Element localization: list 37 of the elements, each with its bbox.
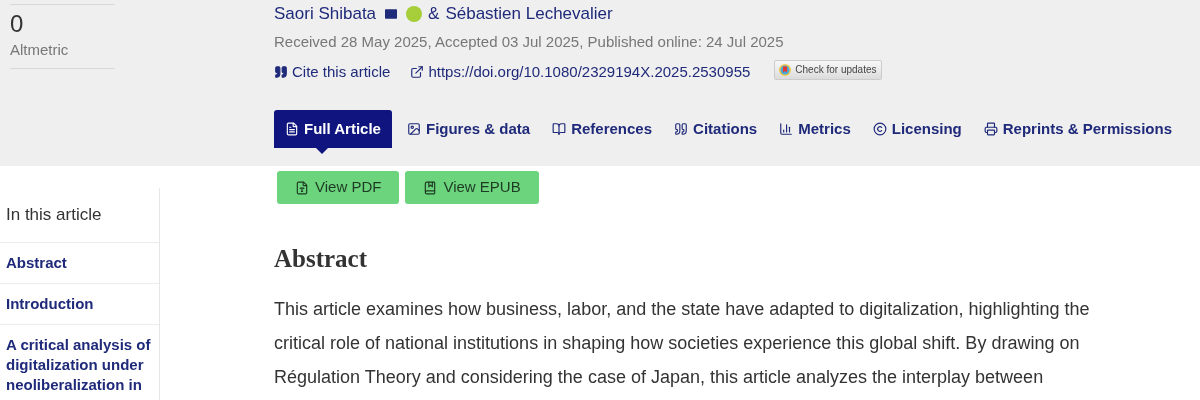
- metric-label: Altmetric: [10, 40, 70, 60]
- tab[interactable]: Figures & data: [395, 110, 542, 148]
- bookmark-icon: [779, 63, 792, 76]
- bar-chart-icon: [779, 122, 794, 136]
- copyright-icon: [872, 122, 887, 136]
- printer-icon: [983, 122, 998, 136]
- external-link-icon: [410, 64, 425, 79]
- tab-pointer: [316, 148, 328, 154]
- tab[interactable]: Reprints & Permissions: [972, 110, 1183, 148]
- author-link[interactable]: Saori Shibata: [274, 1, 423, 27]
- sidebar-link[interactable]: Introduction: [0, 283, 159, 325]
- author-link[interactable]: Sébastien Lechevalier: [445, 1, 613, 27]
- sidebar-link[interactable]: Abstract: [0, 242, 159, 284]
- publication-dates: Received 28 May 2025, Accepted 03 Jul 2025, Published online: 24 Jul 2025: [274, 32, 785, 52]
- sidebar-title: In this article: [0, 188, 159, 243]
- tab[interactable]: References: [541, 110, 664, 148]
- metric-value: 0: [10, 9, 25, 39]
- document-icon: [295, 180, 309, 195]
- tab[interactable]: Citations: [663, 110, 769, 148]
- bookmark-icon: [423, 180, 438, 195]
- section-heading: Abstract: [274, 244, 369, 274]
- abstract-paragraph: This article examines how business, labor, and the state have adapted to digitalization, highlighting the critical role of national institutions in shaping how societies experience this global shift. By drawing on Régulation Theory and considering the case of Japan, this article analyzes the interplay between: [274, 297, 1090, 389]
- sidebar-link[interactable]: A critical analysis of digitalization under neoliberalization in: [0, 324, 159, 400]
- quote-icon: [674, 122, 689, 136]
- tab[interactable]: Full Article: [274, 110, 392, 148]
- image-icon: [406, 122, 421, 136]
- cite-link[interactable]: Cite this article: [274, 60, 391, 83]
- book-icon: [552, 122, 567, 136]
- doi-link[interactable]: https://doi.org/10.1080/2329194X.2025.2530955: [410, 60, 751, 83]
- tab[interactable]: Metrics: [768, 110, 862, 148]
- check-for-updates-button[interactable]: Check for updates: [774, 59, 882, 80]
- download-button[interactable]: View PDF: [277, 171, 400, 204]
- tab[interactable]: Licensing: [861, 110, 973, 148]
- document-icon: [285, 122, 299, 136]
- author-separator: &: [428, 3, 440, 26]
- quote-icon: [274, 64, 288, 79]
- download-button[interactable]: View EPUB: [405, 171, 539, 204]
